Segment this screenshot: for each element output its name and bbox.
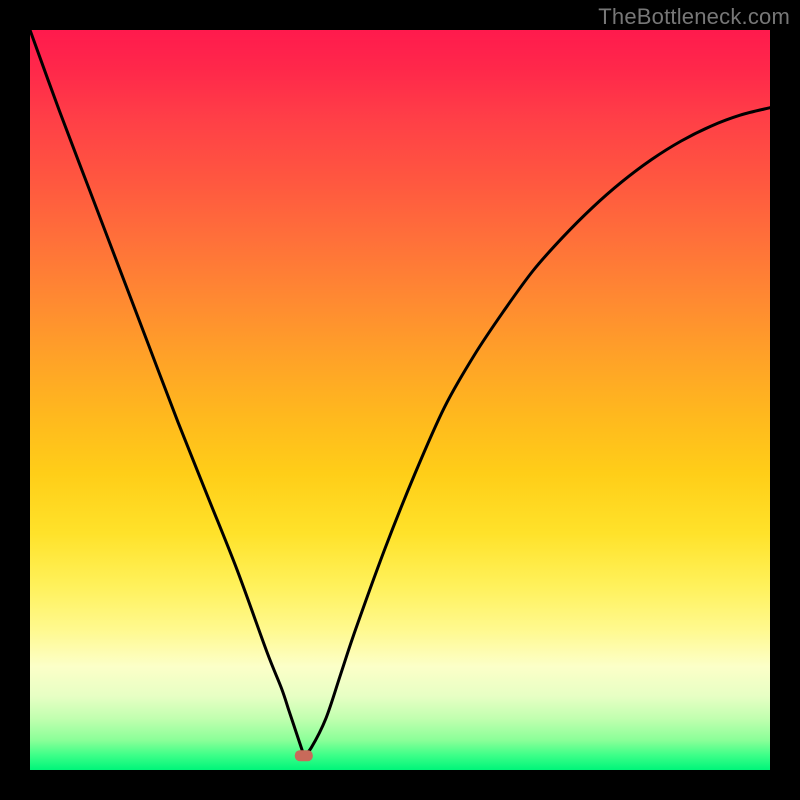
plot-area	[30, 30, 770, 770]
curve-layer	[30, 30, 770, 770]
watermark-text: TheBottleneck.com	[598, 4, 790, 30]
chart-frame: TheBottleneck.com	[0, 0, 800, 800]
bottleneck-curve	[30, 30, 770, 755]
optimum-marker	[295, 750, 313, 761]
